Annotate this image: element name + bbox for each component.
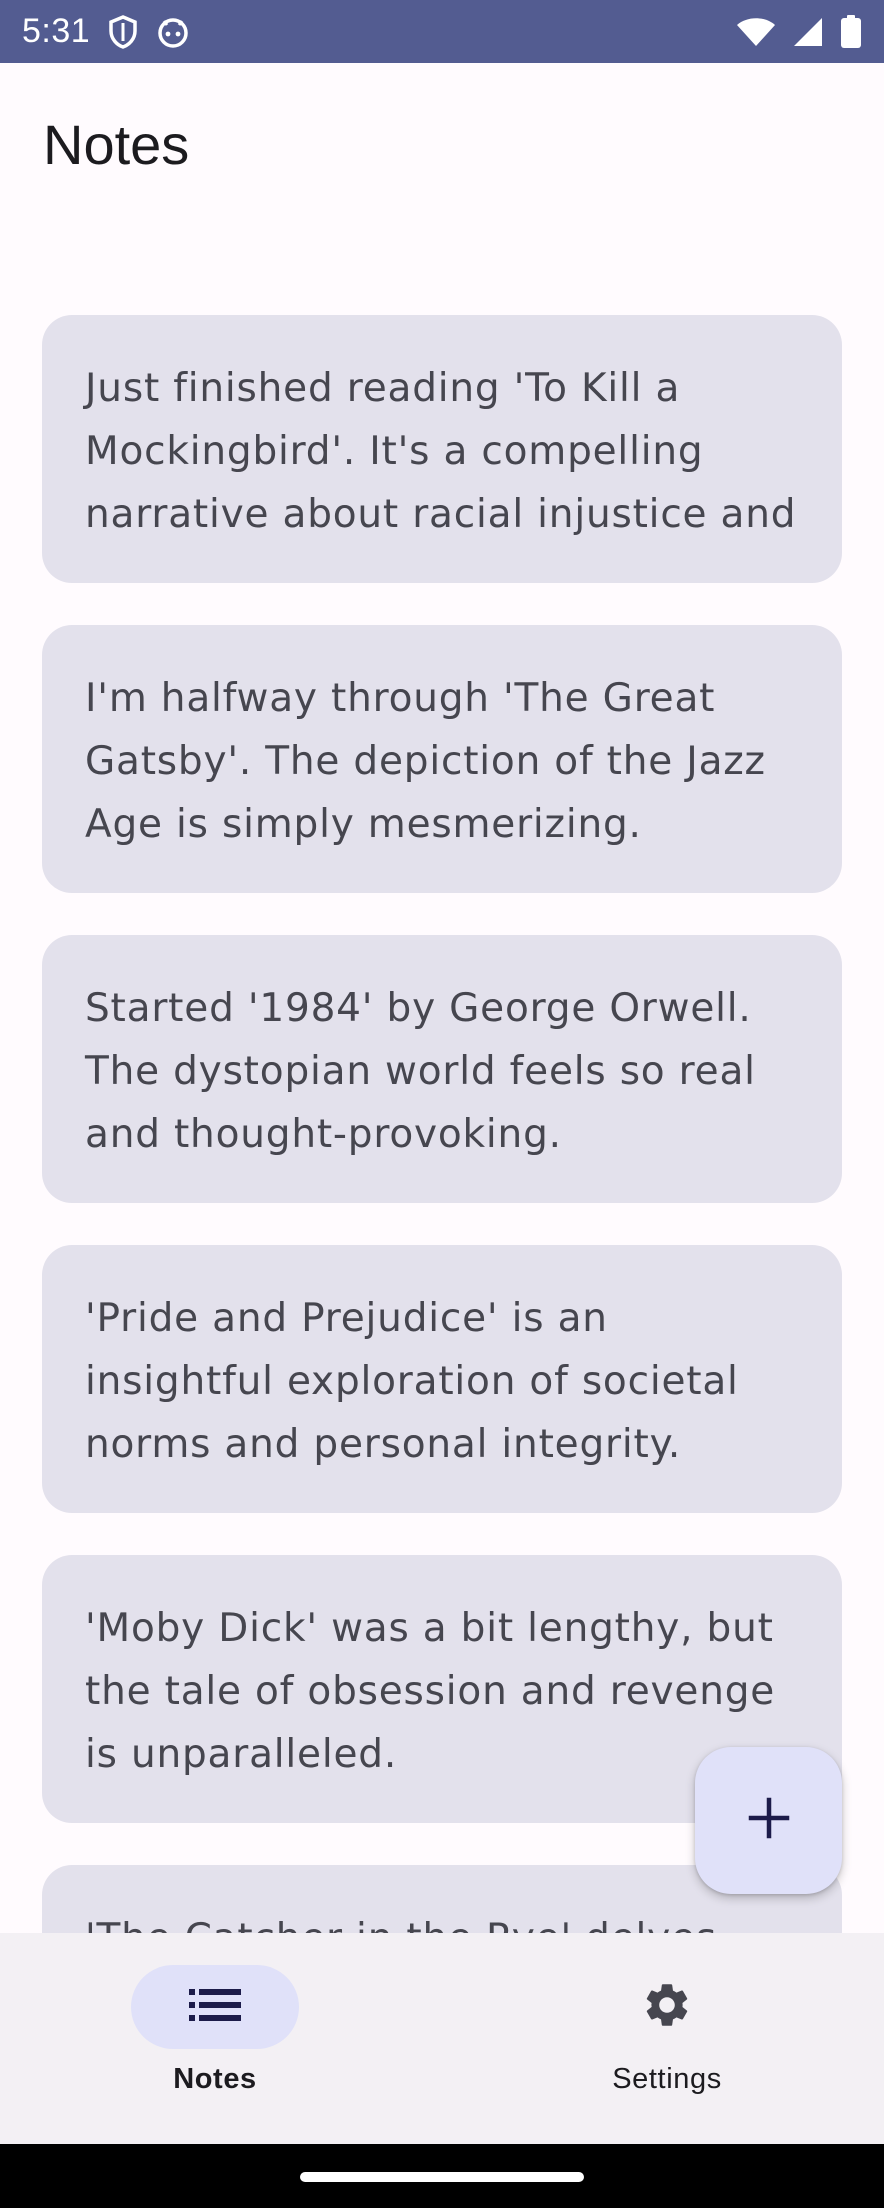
nav-item-settings[interactable]: Settings bbox=[517, 1965, 817, 2115]
nav-item-notes[interactable]: Notes bbox=[65, 1965, 365, 2115]
note-text: Started '1984' by George Orwell. The dys… bbox=[85, 986, 756, 1157]
note-card[interactable]: 'Pride and Prejudice' is an insightful e… bbox=[42, 1245, 842, 1513]
status-time: 5:31 bbox=[22, 12, 91, 50]
gear-icon bbox=[641, 1979, 693, 2036]
notes-list[interactable]: Just finished reading 'To Kill a Mocking… bbox=[0, 290, 884, 1933]
wifi-icon bbox=[736, 16, 776, 48]
note-card[interactable]: Just finished reading 'To Kill a Mocking… bbox=[42, 315, 842, 583]
home-gesture-handle[interactable] bbox=[300, 2172, 584, 2182]
system-gesture-bar bbox=[0, 2144, 884, 2208]
nav-icon-container bbox=[583, 1965, 751, 2049]
note-card[interactable]: Started '1984' by George Orwell. The dys… bbox=[42, 935, 842, 1203]
nav-label-notes: Notes bbox=[173, 2063, 257, 2095]
status-left: 5:31 bbox=[22, 12, 190, 51]
battery-icon bbox=[840, 14, 862, 49]
note-text: 'Pride and Prejudice' is an insightful e… bbox=[85, 1296, 739, 1467]
list-icon bbox=[189, 1987, 241, 2028]
note-text: 'Moby Dick' was a bit lengthy, but the t… bbox=[85, 1606, 776, 1777]
active-indicator bbox=[131, 1965, 299, 2049]
android-face-icon bbox=[156, 15, 190, 49]
page-title: Notes bbox=[43, 113, 190, 176]
add-note-button[interactable] bbox=[695, 1747, 842, 1894]
signal-icon bbox=[792, 16, 824, 48]
note-text: 'The Catcher in the Rye' delves deep bbox=[85, 1907, 800, 1933]
nav-label-settings: Settings bbox=[612, 2063, 722, 2095]
note-card[interactable]: I'm halfway through 'The Great Gatsby'. … bbox=[42, 625, 842, 893]
note-text: I'm halfway through 'The Great Gatsby'. … bbox=[85, 676, 766, 847]
plus-icon bbox=[747, 1796, 791, 1845]
status-right bbox=[736, 14, 862, 49]
bottom-navigation: Notes Settings bbox=[0, 1933, 884, 2144]
shield-icon bbox=[108, 14, 138, 49]
status-bar: 5:31 bbox=[0, 0, 884, 63]
note-text: Just finished reading 'To Kill a Mocking… bbox=[85, 366, 797, 537]
